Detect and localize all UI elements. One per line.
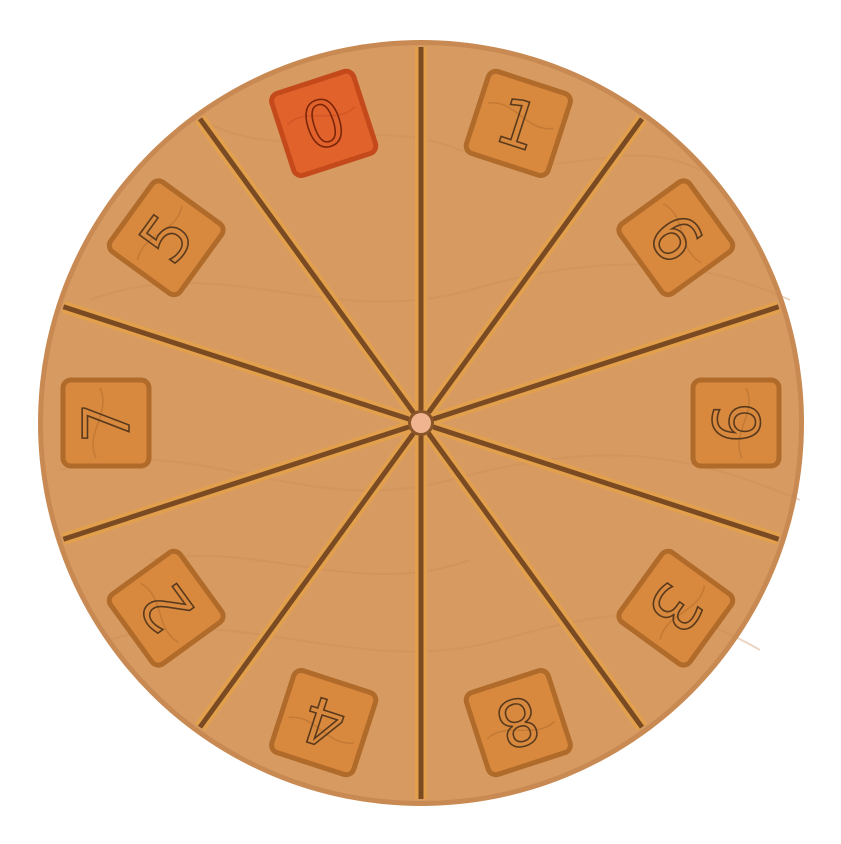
hub-icon[interactable] — [411, 413, 431, 433]
digit-tile[interactable]: 9 — [690, 377, 782, 469]
game-stage: 1693842750 — [0, 0, 841, 844]
tile-digit: 9 — [697, 403, 771, 444]
digit-tile[interactable]: 7 — [60, 377, 152, 469]
number-wheel[interactable]: 1693842750 — [0, 0, 841, 844]
center-hub[interactable] — [408, 410, 434, 436]
tile-digit: 7 — [71, 403, 145, 444]
